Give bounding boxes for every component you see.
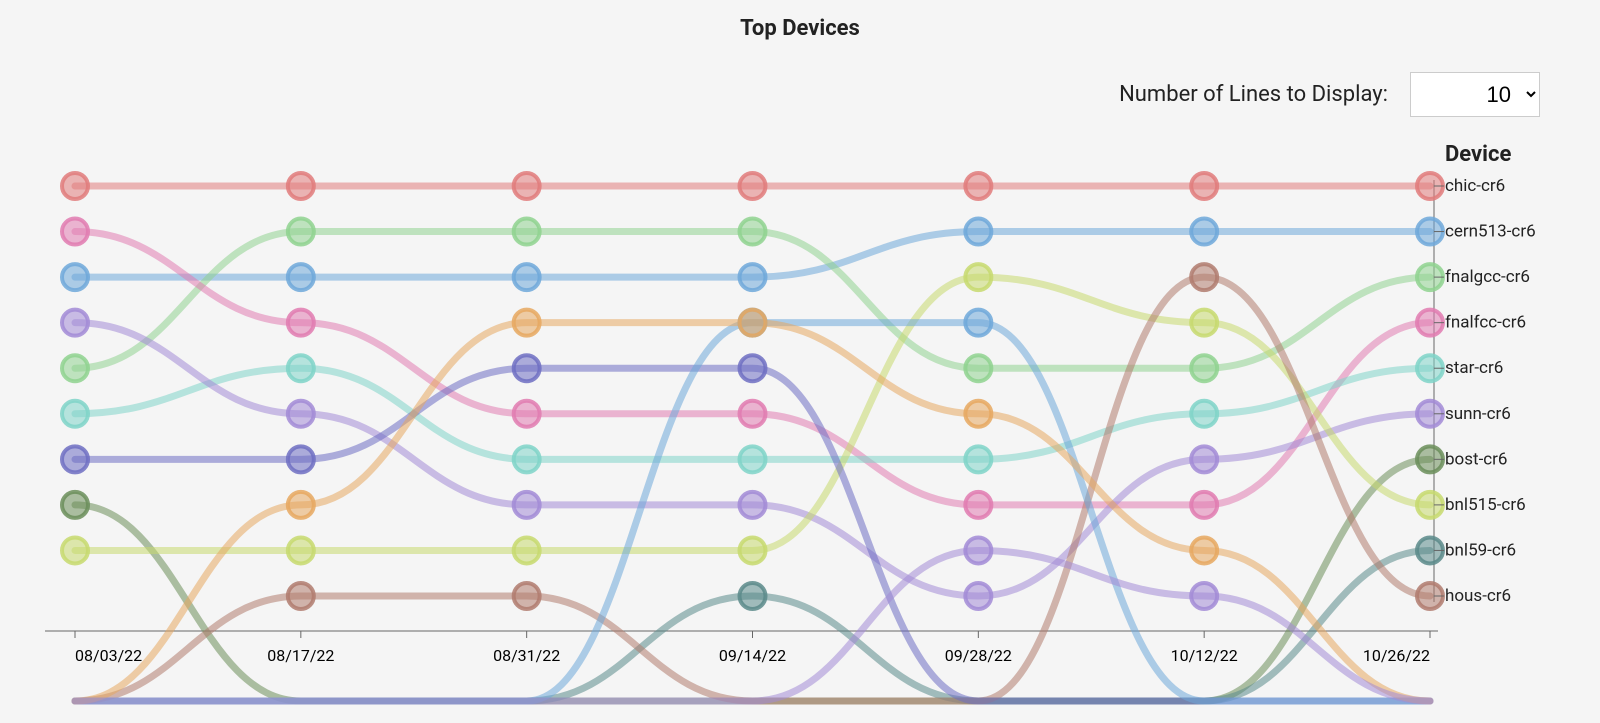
series-dot-bnl515-cr6 [740,537,766,563]
x-tick-label: 09/28/22 [945,646,1012,665]
x-tick-label: 08/31/22 [493,646,560,665]
series-dot-cern513-cr6 [740,264,766,290]
series-dot-fnalfcc-cr6 [288,310,314,336]
series-dot-fnalgcc-cr6 [740,219,766,245]
series-dot-extra-c [514,310,540,336]
series-dot-chic-cr6 [62,173,88,199]
series-dot-hous-cr6 [288,583,314,609]
device-label-bost-cr6: bost-cr6 [1445,449,1508,469]
series-dot-extra-d [965,537,991,563]
series-dot-extra-c [965,401,991,427]
series-dot-cern513-cr6 [288,264,314,290]
series-dot-sunn-cr6 [740,492,766,518]
series-line-fnalgcc-cr6 [75,232,1430,369]
series-dot-extra-a [514,355,540,381]
device-label-star-cr6: star-cr6 [1445,358,1503,378]
series-dot-fnalgcc-cr6 [62,355,88,381]
bump-chart: 08/03/22 08/17/22 08/31/22 09/14/22 09/28/22… [0,41,1600,721]
series-dot-extra-a [62,446,88,472]
series-dot-cern513-cr6 [514,264,540,290]
series-dot-extra-a [288,446,314,472]
lines-to-display-select[interactable]: 5101520 [1410,72,1540,117]
series-dot-sunn-cr6 [62,310,88,336]
series-dot-bost-cr6 [62,492,88,518]
x-tick-label: 10/26/22 [1363,646,1430,665]
series-dot-fnalfcc-cr6 [514,401,540,427]
device-label-hous-cr6: hous-cr6 [1445,586,1511,606]
device-label-bnl515-cr6: bnl515-cr6 [1445,495,1526,515]
device-label-cern513-cr6: cern513-cr6 [1445,222,1536,242]
series-dot-extra-b [965,310,991,336]
series-dot-bnl515-cr6 [62,537,88,563]
controls-row: Number of Lines to Display: 5101520 [1119,72,1540,117]
series-dot-star-cr6 [740,446,766,472]
series-dot-bnl515-cr6 [1191,310,1217,336]
series-line-bnl59-cr6 [75,550,1430,701]
series-dot-extra-c [1191,537,1217,563]
series-dot-chic-cr6 [514,173,540,199]
x-tick-label: 09/14/22 [719,646,786,665]
series-dot-star-cr6 [1191,401,1217,427]
series-dot-extra-d [1191,583,1217,609]
legend-title: Device [1445,142,1511,167]
series-dot-fnalfcc-cr6 [740,401,766,427]
series-dot-fnalgcc-cr6 [288,219,314,245]
series-dot-fnalgcc-cr6 [1191,355,1217,381]
series-dot-fnalgcc-cr6 [965,355,991,381]
device-label-fnalgcc-cr6: fnalgcc-cr6 [1445,267,1530,287]
series-dot-sunn-cr6 [965,583,991,609]
series-dot-bnl59-cr6 [740,583,766,609]
device-label-fnalfcc-cr6: fnalfcc-cr6 [1445,313,1526,333]
series-dot-sunn-cr6 [288,401,314,427]
series-dot-sunn-cr6 [1191,446,1217,472]
series-line-extra-d [75,550,1430,701]
device-label-chic-cr6: chic-cr6 [1445,176,1505,196]
series-dot-cern513-cr6 [1191,219,1217,245]
series-dot-hous-cr6 [514,583,540,609]
device-label-sunn-cr6: sunn-cr6 [1445,404,1511,424]
series-dot-extra-a [740,355,766,381]
x-tick-label: 08/03/22 [75,646,142,665]
series-dot-chic-cr6 [288,173,314,199]
x-tick-label: 10/12/22 [1171,646,1238,665]
series-dot-chic-cr6 [965,173,991,199]
series-dot-fnalfcc-cr6 [62,219,88,245]
series-dot-cern513-cr6 [62,264,88,290]
series-dot-fnalfcc-cr6 [1191,492,1217,518]
series-dot-fnalfcc-cr6 [965,492,991,518]
series-dot-bnl515-cr6 [965,264,991,290]
series-dot-fnalgcc-cr6 [514,219,540,245]
series-dot-star-cr6 [514,446,540,472]
device-label-bnl59-cr6: bnl59-cr6 [1445,540,1516,560]
chart-title: Top Devices [0,0,1600,41]
series-dot-star-cr6 [288,355,314,381]
series-dot-extra-c [288,492,314,518]
x-tick-label: 08/17/22 [267,646,334,665]
series-dot-chic-cr6 [1191,173,1217,199]
series-dot-hous-cr6 [1191,264,1217,290]
series-dot-bnl515-cr6 [514,537,540,563]
series-dot-cern513-cr6 [965,219,991,245]
series-dot-bnl515-cr6 [288,537,314,563]
series-dot-star-cr6 [965,446,991,472]
series-dot-chic-cr6 [740,173,766,199]
lines-to-display-label: Number of Lines to Display: [1119,82,1388,107]
series-dot-extra-c [740,310,766,336]
series-dot-sunn-cr6 [514,492,540,518]
series-dot-star-cr6 [62,401,88,427]
